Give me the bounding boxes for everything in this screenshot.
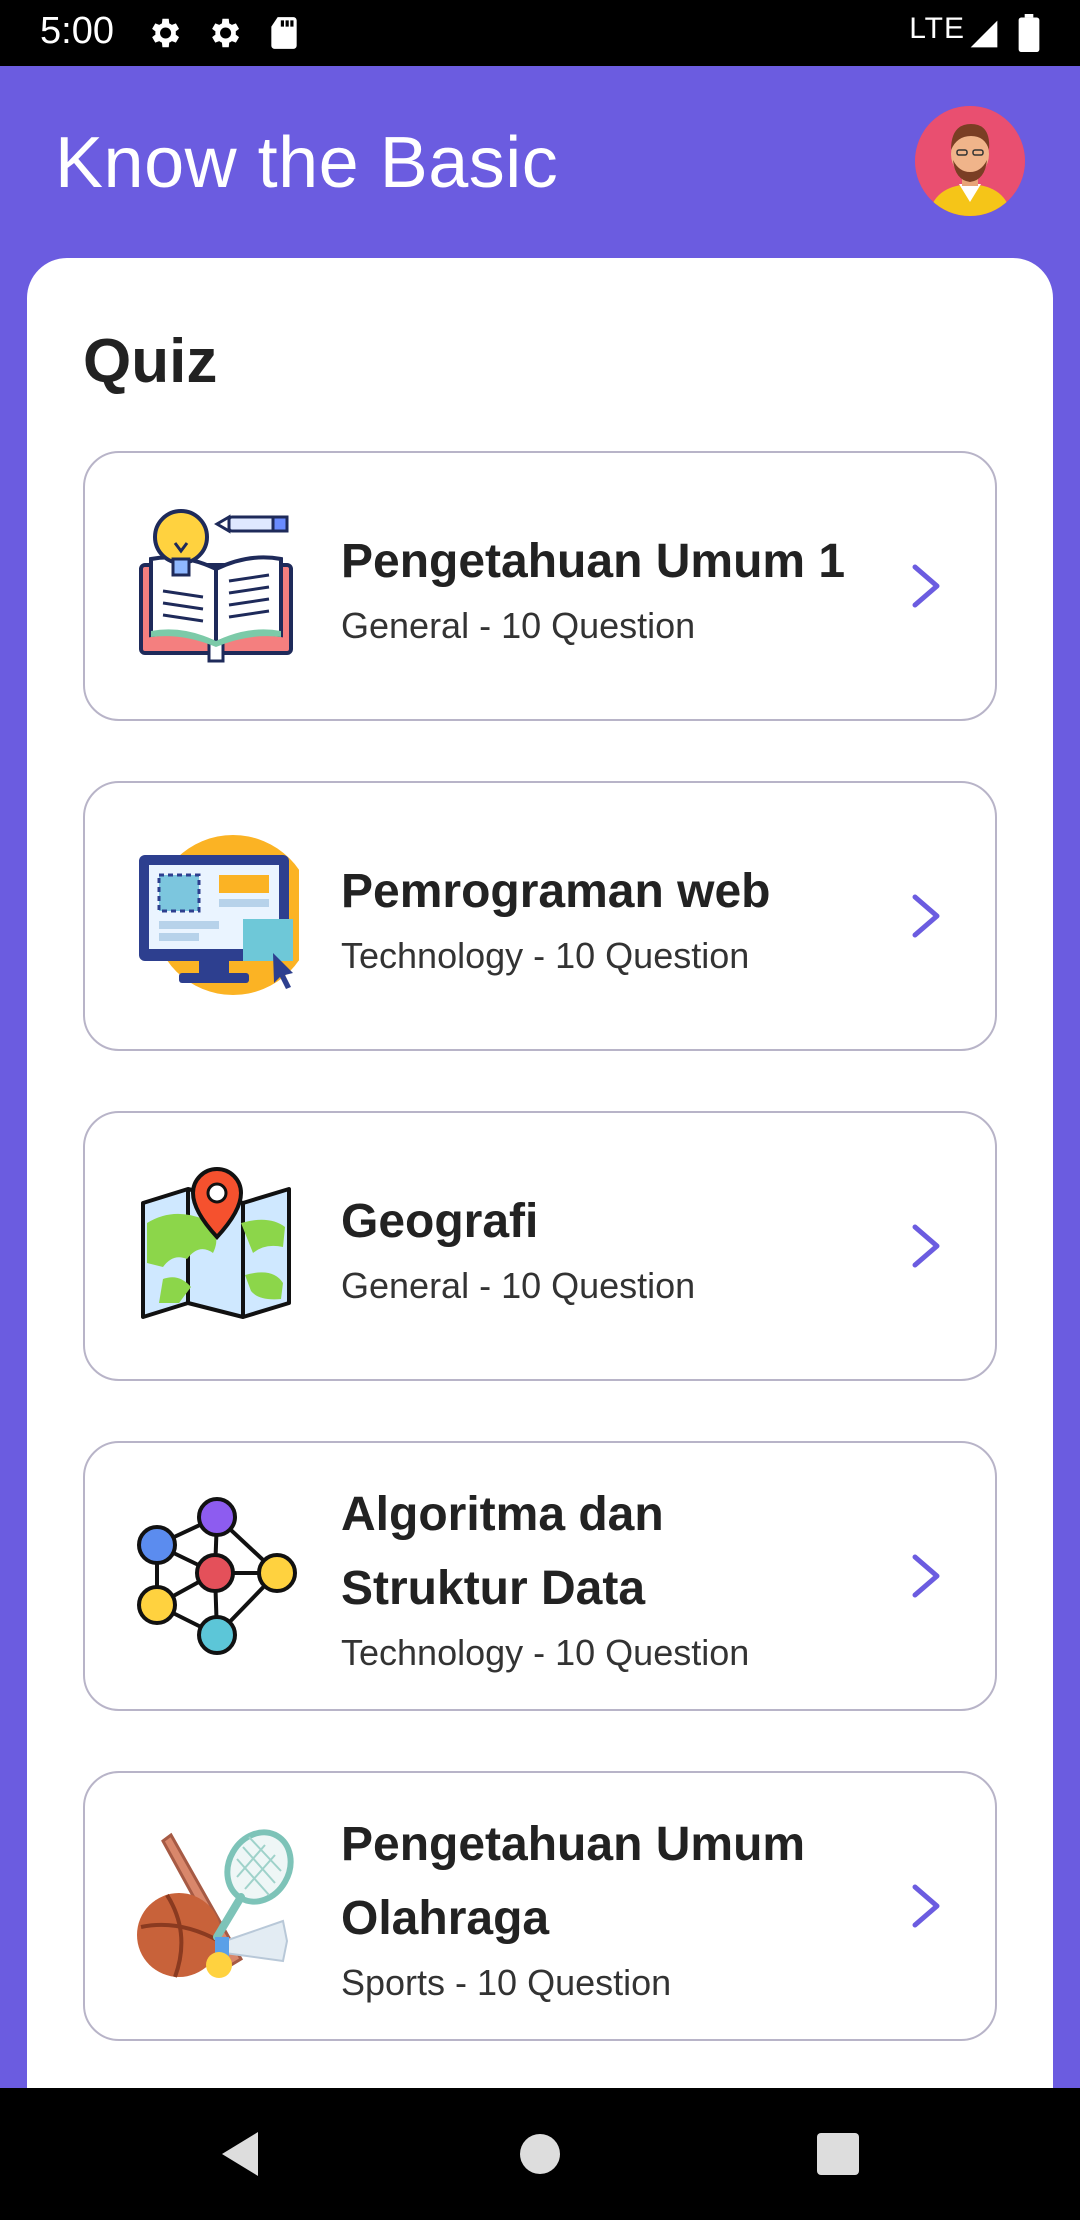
status-notifications	[145, 14, 303, 52]
chevron-right-icon	[912, 1884, 940, 1928]
sd-card-icon	[271, 17, 297, 49]
navigation-bar	[0, 2088, 1080, 2220]
quiz-item[interactable]: Algoritma dan Struktur Data Technology -…	[83, 1441, 997, 1711]
user-avatar-icon	[915, 106, 1025, 216]
quiz-subtitle: Technology - 10 Question	[341, 935, 750, 976]
quiz-subtitle: Sports - 10 Question	[341, 1962, 672, 2003]
app-header: Know the Basic	[0, 66, 1080, 258]
network-graph-icon	[137, 1497, 297, 1655]
quiz-item[interactable]: Geografi General - 10 Question	[83, 1111, 997, 1381]
quiz-subtitle: General - 10 Question	[341, 1265, 696, 1306]
status-time: 5:00	[40, 10, 114, 52]
quiz-item[interactable]: Pengetahuan Umum 1 General - 10 Question	[83, 451, 997, 721]
status-bar: 5:00 LTE	[0, 0, 1080, 66]
quiz-title: Pengetahuan Umum Olahraga	[341, 1818, 806, 1945]
quiz-subtitle: Technology - 10 Question	[341, 1632, 750, 1673]
quiz-title: Pemrograman web	[341, 865, 771, 918]
home-nav-icon[interactable]	[519, 2133, 561, 2175]
quiz-text: Geografi General - 10 Question	[341, 1113, 855, 1379]
app-title: Know the Basic	[55, 123, 559, 203]
battery-icon	[1018, 14, 1040, 52]
quiz-text: Pengetahuan Umum 1 General - 10 Question	[341, 453, 855, 719]
signal-icon	[970, 20, 998, 48]
map-icon	[141, 1166, 291, 1319]
recents-nav-icon[interactable]	[816, 2132, 860, 2176]
sports-equipment-icon	[137, 1829, 294, 1978]
quiz-item[interactable]: Pemrograman web Technology - 10 Question	[83, 781, 997, 1051]
web-monitor-icon	[139, 835, 299, 995]
quiz-list: Pengetahuan Umum 1 General - 10 Question	[83, 451, 997, 2088]
chevron-right-icon	[912, 1554, 940, 1598]
main-card: Quiz Pengetahuan Umum 1 General - 10 Que…	[27, 258, 1053, 2088]
settings-icon	[212, 18, 240, 48]
quiz-title: Algoritma dan Struktur Data	[341, 1488, 664, 1615]
chevron-right-icon	[912, 1224, 940, 1268]
chevron-right-icon	[912, 894, 940, 938]
quiz-item[interactable]: Pengetahuan Umum Olahraga Sports - 10 Qu…	[83, 1771, 997, 2041]
quiz-title: Geografi	[341, 1195, 539, 1248]
quiz-text: Pemrograman web Technology - 10 Question	[341, 783, 855, 1049]
open-book-icon	[139, 509, 293, 663]
settings-icon	[152, 18, 180, 48]
quiz-text: Algoritma dan Struktur Data Technology -…	[341, 1443, 855, 1709]
avatar[interactable]	[915, 106, 1025, 216]
quiz-text: Pengetahuan Umum Olahraga Sports - 10 Qu…	[341, 1773, 855, 2039]
section-title: Quiz	[83, 327, 218, 396]
network-type: LTE	[909, 12, 965, 45]
chevron-right-icon	[912, 564, 940, 608]
back-nav-icon[interactable]	[218, 2130, 262, 2178]
quiz-title: Pengetahuan Umum 1	[341, 535, 846, 588]
quiz-subtitle: General - 10 Question	[341, 605, 696, 646]
